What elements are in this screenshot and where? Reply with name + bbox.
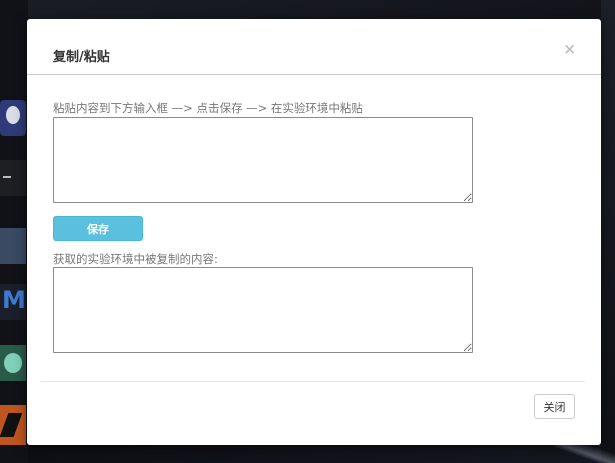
avatar-app-icon[interactable]: [0, 100, 26, 136]
dialog-title: 复制/粘贴: [53, 50, 110, 65]
terminal-icon[interactable]: [0, 160, 26, 196]
dock: [0, 0, 28, 463]
burp-suite-icon[interactable]: [0, 405, 26, 445]
folder-icon[interactable]: [0, 228, 26, 264]
metasploit-icon[interactable]: [0, 284, 26, 320]
save-button[interactable]: 保存: [53, 216, 143, 241]
close-icon[interactable]: ×: [563, 42, 576, 57]
copied-content-label: 获取的实验环境中被复制的内容:: [53, 252, 218, 266]
footer-divider: [41, 381, 585, 382]
close-button[interactable]: 关闭: [534, 394, 575, 419]
paste-instruction-label: 粘贴内容到下方输入框 —> 点击保存 —> 在实验环境中粘贴: [53, 101, 363, 115]
desktop-edge: [555, 0, 615, 463]
character-app-icon[interactable]: [0, 345, 26, 381]
dialog-header: 复制/粘贴 ×: [27, 19, 601, 75]
paste-input[interactable]: [53, 117, 473, 203]
copied-content-output[interactable]: [53, 267, 473, 353]
copy-paste-dialog: 复制/粘贴 × 粘贴内容到下方输入框 —> 点击保存 —> 在实验环境中粘贴 保…: [27, 19, 601, 445]
